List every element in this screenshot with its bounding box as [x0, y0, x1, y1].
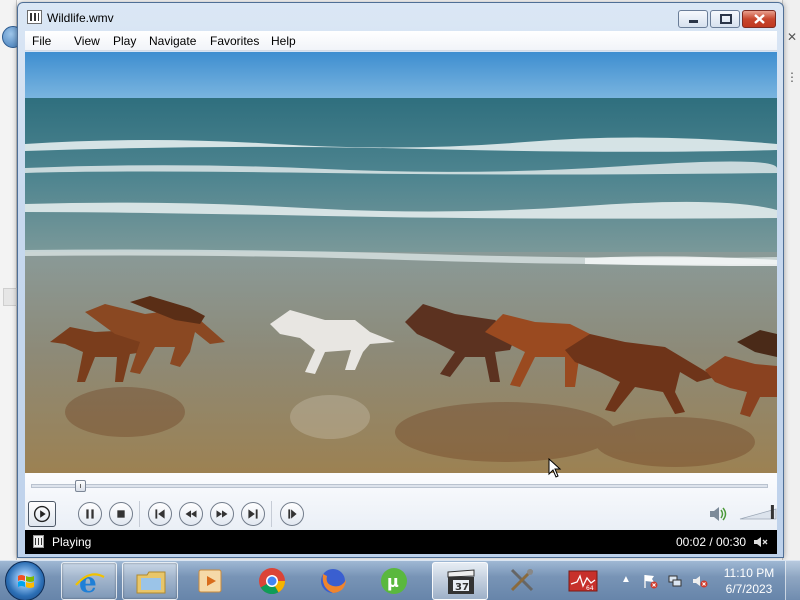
- clock-date[interactable]: 6/7/2023: [720, 582, 778, 596]
- svg-text:37: 37: [455, 582, 469, 593]
- menu-play[interactable]: Play: [113, 34, 136, 48]
- pause-button[interactable]: [78, 502, 102, 526]
- resource-monitor-icon: 64: [568, 570, 598, 592]
- previous-button[interactable]: [148, 502, 172, 526]
- close-icon[interactable]: ✕: [787, 30, 797, 44]
- close-button[interactable]: [742, 10, 776, 28]
- svg-text:64: 64: [586, 585, 594, 592]
- firefox-icon: [321, 569, 346, 593]
- stop-button[interactable]: [109, 502, 133, 526]
- titlebar[interactable]: Wildlife.wmv: [18, 3, 783, 31]
- separator: [139, 501, 140, 527]
- speaker-icon[interactable]: [708, 505, 728, 523]
- taskbar-resource-monitor[interactable]: 64: [555, 562, 611, 600]
- seek-bar[interactable]: [31, 484, 768, 488]
- taskbar-tools[interactable]: [494, 562, 550, 600]
- separator: [271, 501, 272, 527]
- chrome-icon: [259, 568, 286, 595]
- windows-flag-icon: [18, 575, 34, 588]
- tools-icon: [510, 568, 534, 592]
- window-title: Wildlife.wmv: [47, 11, 114, 25]
- taskbar-media-player-classic[interactable]: 37: [432, 562, 488, 600]
- status-bar: Playing 00:02 / 00:30: [25, 530, 777, 554]
- network-icon[interactable]: [667, 573, 683, 589]
- fast-forward-button[interactable]: [210, 502, 234, 526]
- taskbar-utorrent[interactable]: µ: [366, 562, 422, 600]
- video-file-icon: [27, 10, 42, 24]
- background-window-right: ✕ ⋮: [782, 0, 800, 560]
- volume-muted-icon[interactable]: [692, 573, 708, 589]
- play-button[interactable]: [28, 501, 56, 527]
- svg-text:e: e: [79, 567, 97, 597]
- maximize-button[interactable]: [710, 10, 740, 28]
- show-hidden-icons-arrow[interactable]: ▲: [621, 574, 631, 585]
- taskbar-firefox[interactable]: [305, 562, 361, 600]
- utorrent-icon: µ: [381, 568, 407, 594]
- clock-time[interactable]: 11:10 PM: [720, 566, 778, 580]
- switch-to-library-button[interactable]: [280, 502, 304, 526]
- show-desktop-button[interactable]: [785, 561, 800, 600]
- start-button[interactable]: [5, 561, 45, 600]
- minimize-button[interactable]: [678, 10, 708, 28]
- menu-navigate[interactable]: Navigate: [149, 34, 196, 48]
- menu-help[interactable]: Help: [271, 34, 296, 48]
- mute-icon[interactable]: [753, 535, 769, 549]
- stop-loading-icon[interactable]: ⋮: [786, 70, 798, 84]
- background-scrollbar: [3, 288, 17, 306]
- volume-slider[interactable]: [738, 503, 778, 521]
- seek-thumb[interactable]: [74, 480, 86, 492]
- menu-favorites[interactable]: Favorites: [210, 34, 259, 48]
- rewind-button[interactable]: [179, 502, 203, 526]
- media-player-window: Wildlife.wmv File View Play Navigate Fav…: [17, 2, 784, 558]
- action-center-flag-icon[interactable]: [642, 573, 658, 589]
- taskbar: e µ 37 64 ▲ 11:10 PM 6/7/2023: [0, 560, 800, 600]
- film-clapper-icon: 37: [447, 569, 475, 594]
- taskbar-chrome[interactable]: [244, 562, 300, 600]
- playback-status: Playing: [52, 535, 92, 549]
- taskbar-internet-explorer[interactable]: e: [61, 562, 117, 600]
- menu-view[interactable]: View: [74, 34, 100, 48]
- next-button[interactable]: [241, 502, 265, 526]
- svg-text:µ: µ: [387, 572, 399, 591]
- menu-file[interactable]: File: [32, 34, 51, 48]
- mouse-cursor: [548, 458, 562, 478]
- playback-controls: [25, 473, 777, 530]
- media-player-icon: [198, 569, 222, 593]
- taskbar-windows-explorer[interactable]: [122, 562, 178, 600]
- taskbar-media-player[interactable]: [183, 562, 239, 600]
- folder-icon: [136, 571, 166, 594]
- menubar: File View Play Navigate Favorites Help: [25, 31, 777, 51]
- elapsed-time: 00:02 / 00:30: [676, 535, 747, 549]
- background-window-left: [0, 0, 24, 560]
- video-display[interactable]: [25, 52, 777, 473]
- video-file-icon: [33, 535, 44, 548]
- internet-explorer-icon: e: [75, 567, 105, 597]
